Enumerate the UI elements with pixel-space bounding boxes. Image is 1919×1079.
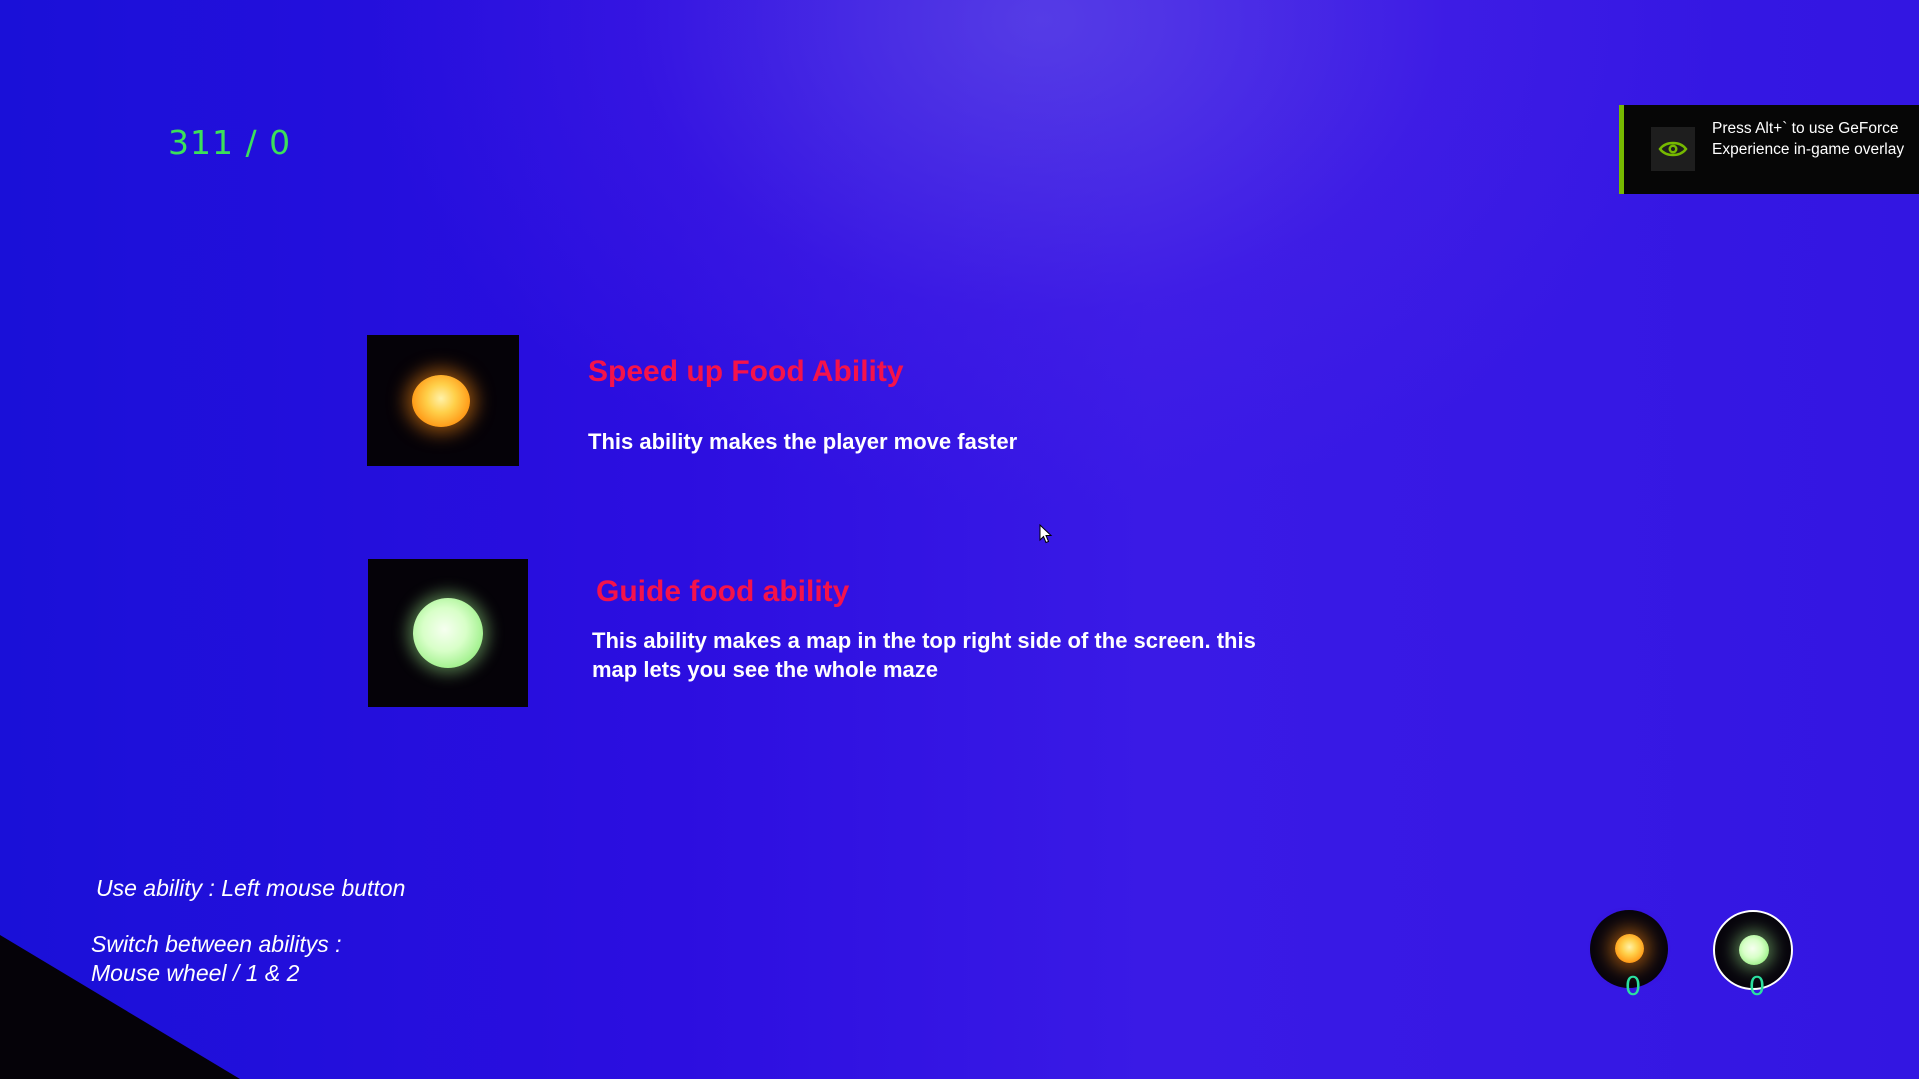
- geforce-overlay-toast[interactable]: Press Alt+` to use GeForce Experience in…: [1619, 105, 1919, 194]
- ability-slot-count: 0: [1624, 972, 1642, 1002]
- ability-description-speed: This ability makes the player move faste…: [588, 429, 1018, 454]
- ability-thumbnail-speed: [367, 335, 519, 466]
- ability-thumbnail-guide: [368, 559, 528, 707]
- ability-slot-count: 0: [1748, 972, 1766, 1002]
- toast-message: Press Alt+` to use GeForce Experience in…: [1712, 120, 1905, 158]
- mouse-cursor-icon: [1039, 523, 1053, 549]
- ability-title-speed: Speed up Food Ability: [588, 355, 904, 388]
- nvidia-eye-icon: [1651, 127, 1695, 171]
- orange-orb-icon: [412, 375, 470, 427]
- score-counter: 311 / 0: [168, 123, 292, 162]
- green-orb-icon: [413, 598, 483, 668]
- ability-description-guide: This ability makes a map in the top righ…: [592, 628, 1256, 682]
- orange-orb-icon: [1615, 934, 1644, 963]
- ability-title-guide: Guide food ability: [596, 575, 850, 608]
- corner-shape: [0, 935, 240, 1079]
- green-orb-icon: [1739, 935, 1769, 965]
- controls-use-ability: Use ability : Left mouse button: [96, 875, 406, 901]
